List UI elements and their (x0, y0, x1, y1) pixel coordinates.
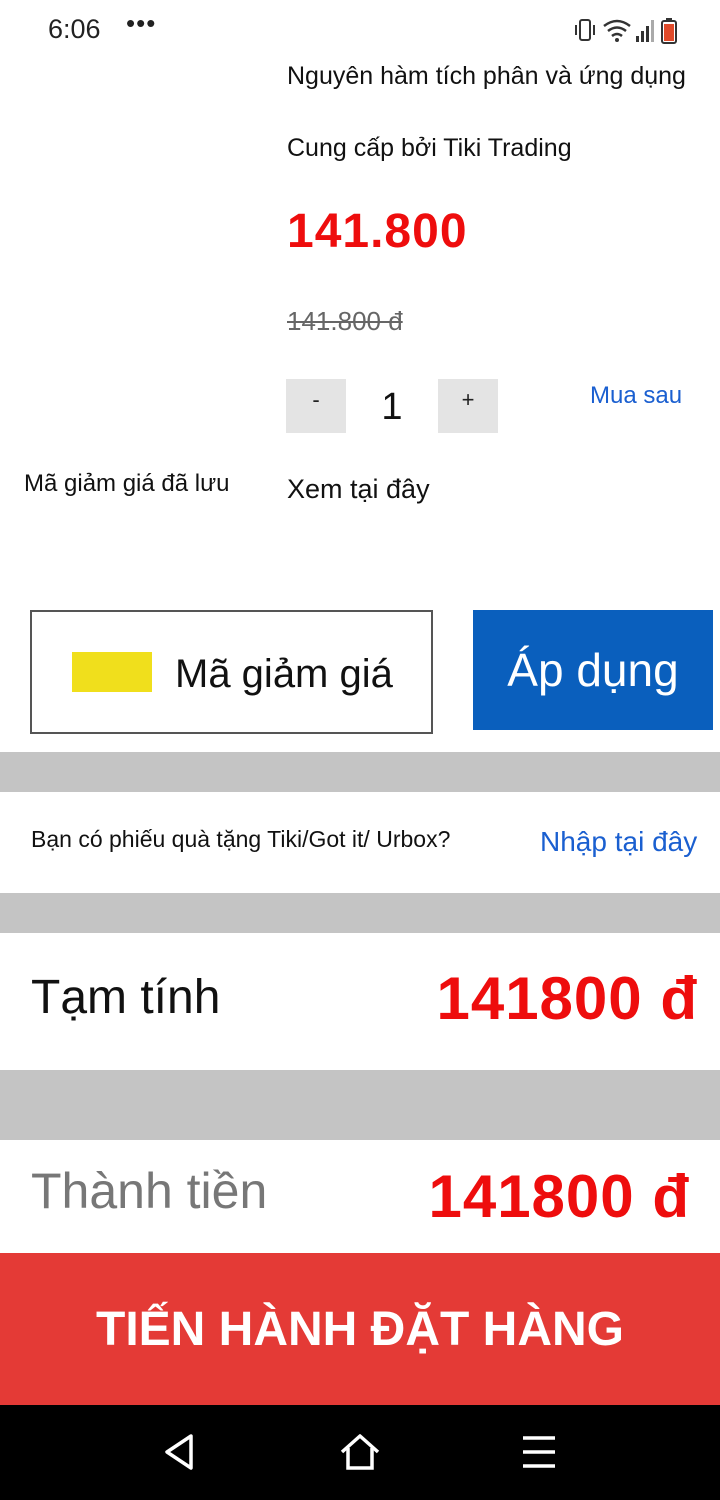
gift-voucher-question: Bạn có phiếu quà tặng Tiki/Got it/ Urbox… (31, 826, 451, 852)
coupon-input[interactable]: Mã giảm giá (30, 610, 433, 734)
seller-name: Cung cấp bởi Tiki Trading (287, 134, 572, 162)
section-divider (0, 1070, 720, 1140)
product-price: 141.800 (287, 205, 468, 258)
saved-coupons-link[interactable]: Xem tại đây (287, 474, 430, 505)
product-title[interactable]: Nguyên hàm tích phân và ứng dụng (287, 62, 686, 91)
menu-icon[interactable] (515, 1428, 563, 1476)
quantity-decrease-button[interactable]: - (286, 379, 346, 433)
checkout-button[interactable]: TIẾN HÀNH ĐẶT HÀNG (0, 1253, 720, 1405)
total-value: 141800 đ (428, 1163, 690, 1230)
apply-coupon-button[interactable]: Áp dụng (473, 610, 713, 730)
home-icon[interactable] (336, 1428, 384, 1476)
status-bar: 6:06 ••• (0, 0, 720, 62)
back-icon[interactable] (155, 1428, 203, 1476)
quantity-value[interactable]: 1 (346, 386, 438, 429)
vibrate-icon (575, 19, 595, 41)
product-old-price: 141.800 đ (287, 306, 403, 336)
gift-voucher-link[interactable]: Nhập tại đây (540, 826, 697, 858)
coupon-tag-icon (72, 652, 152, 692)
coupon-input-placeholder: Mã giảm giá (175, 652, 393, 696)
saved-coupons-label: Mã giảm giá đã lưu (24, 470, 230, 497)
status-time: 6:06 (48, 14, 101, 44)
subtotal-value: 141800 đ (436, 965, 698, 1032)
total-label: Thành tiền (31, 1163, 268, 1219)
status-more-dots: ••• (126, 8, 157, 38)
buy-later-link[interactable]: Mua sau (590, 382, 682, 410)
section-divider (0, 752, 720, 792)
subtotal-label: Tạm tính (31, 971, 221, 1024)
status-icons (575, 18, 677, 44)
wifi-icon (603, 19, 631, 42)
section-divider (0, 893, 720, 933)
battery-icon (661, 18, 677, 44)
signal-icon (636, 20, 654, 42)
quantity-increase-button[interactable]: + (438, 379, 498, 433)
